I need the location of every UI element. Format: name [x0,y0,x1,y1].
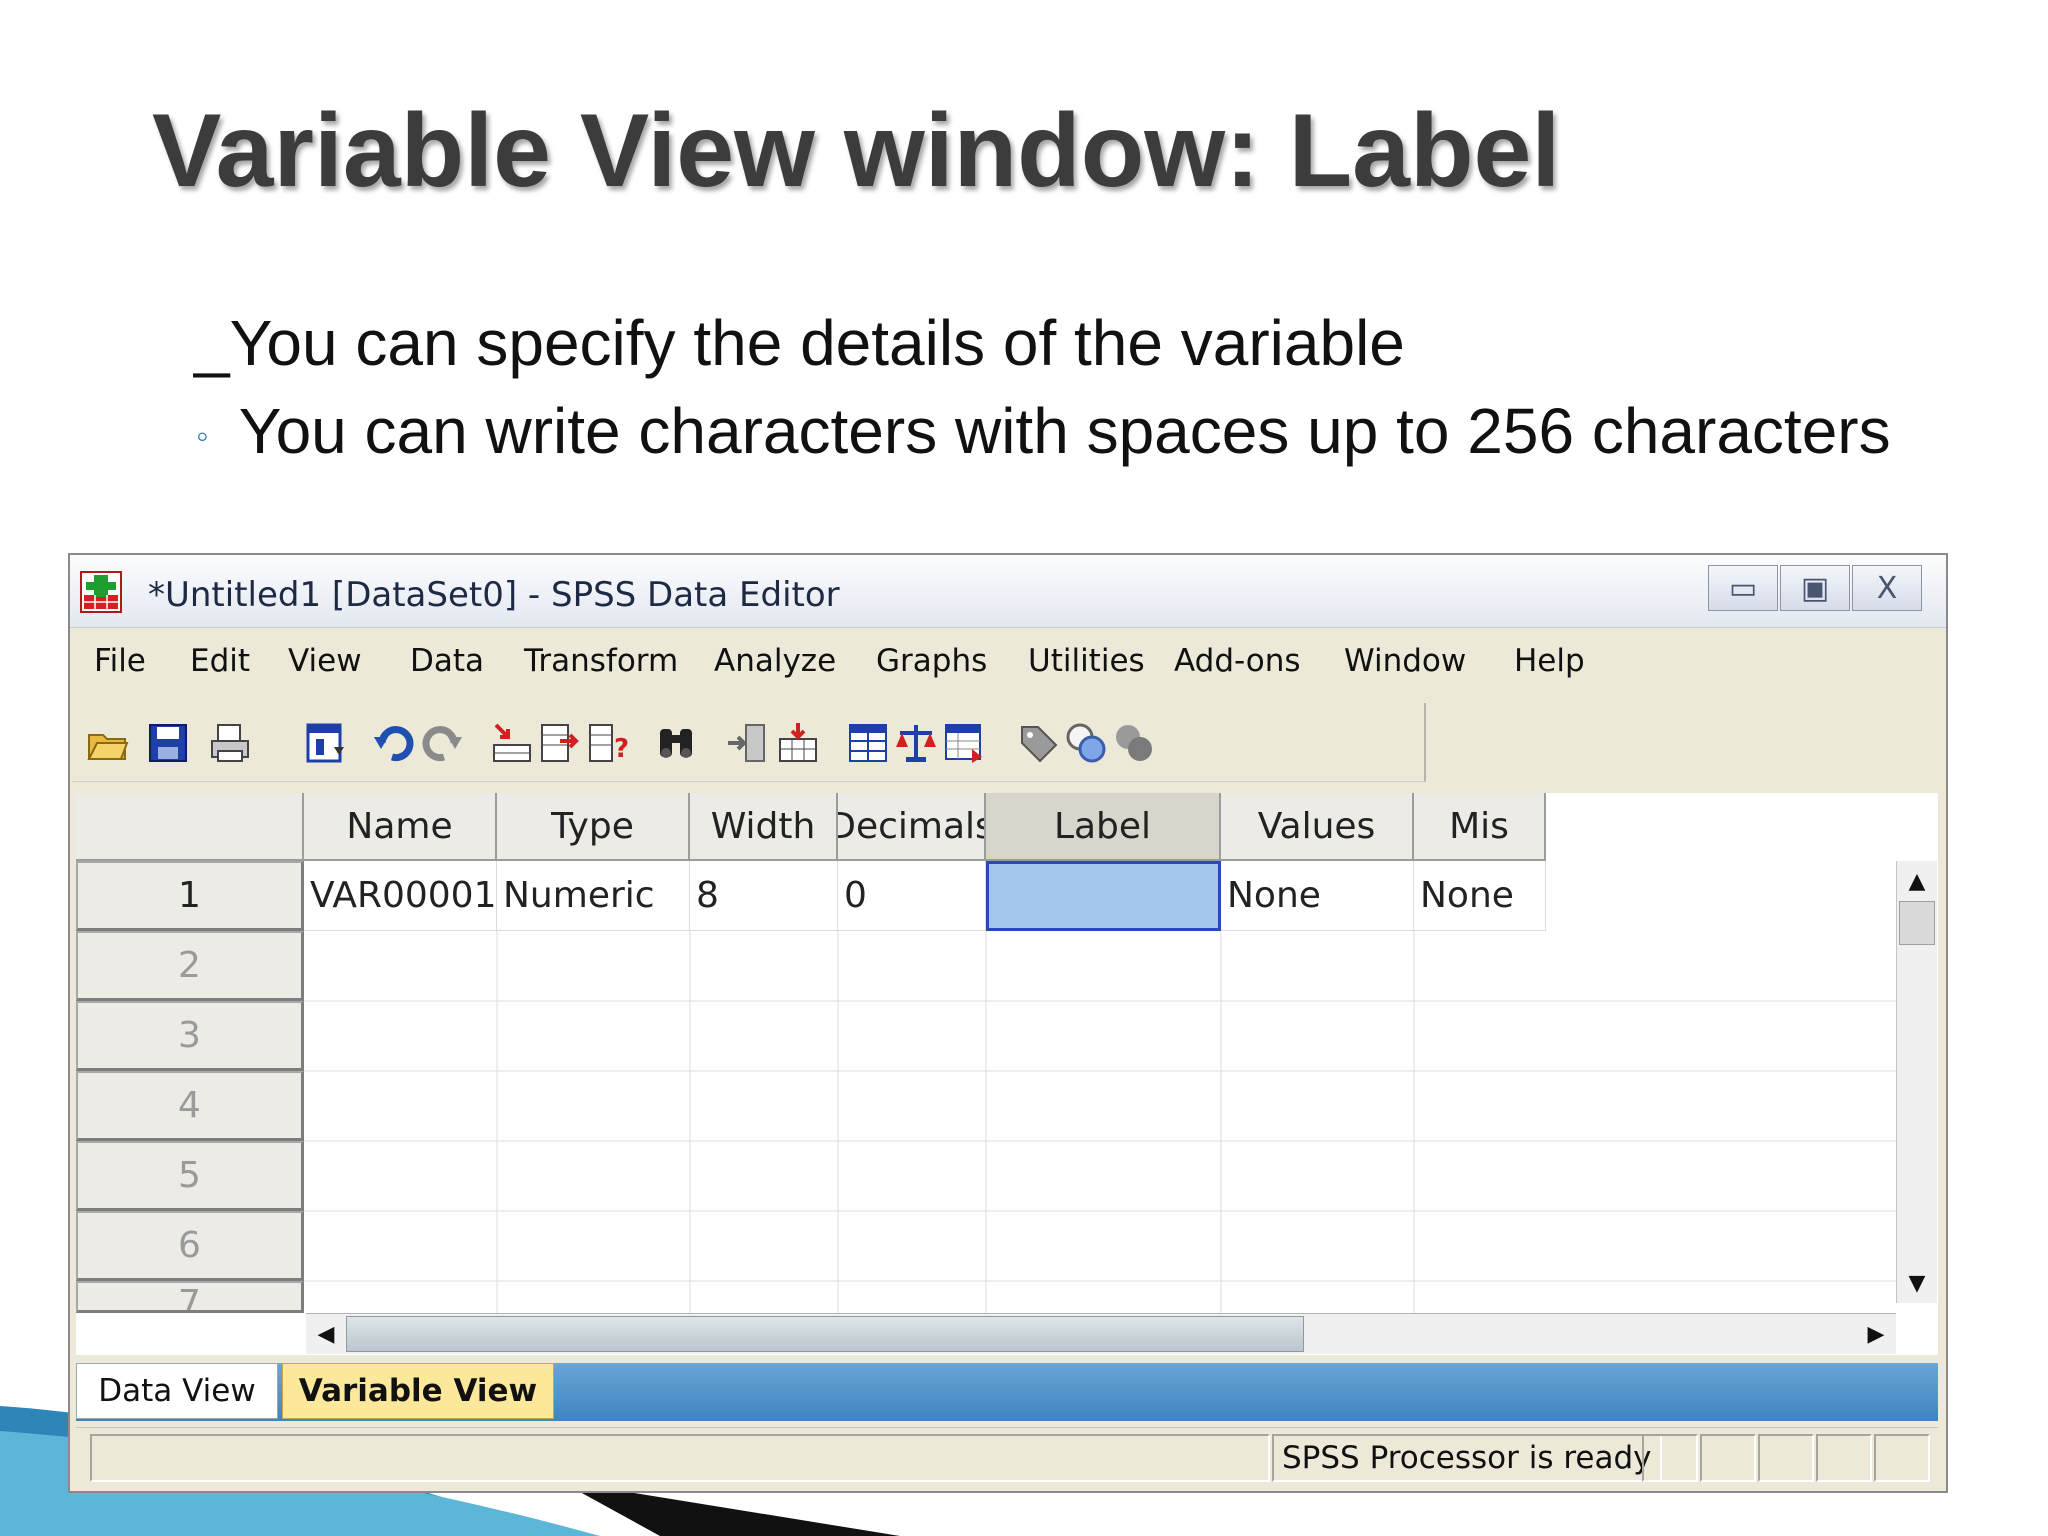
row-header-7[interactable]: 7 [76,1281,304,1313]
corner-header [76,793,304,861]
cell-missing[interactable]: None [1414,861,1546,931]
vertical-scrollbar[interactable]: ▲ ▼ [1896,861,1937,1303]
menu-transform[interactable]: Transform [524,643,678,679]
empty-grid-lines [304,931,1896,1313]
row-header-6[interactable]: 6 [76,1211,304,1281]
insert-variable-icon[interactable] [776,721,820,765]
menu-help[interactable]: Help [1514,643,1585,679]
slide-bullet-1: _You can specify the details of the vari… [194,307,1405,379]
scroll-down-icon[interactable]: ▼ [1897,1263,1937,1303]
window-controls: ▭ ▣ X [1706,565,1922,611]
vertical-scroll-thumb[interactable] [1899,901,1935,945]
column-header-decimals[interactable]: Decimals [838,793,986,861]
use-sets-icon[interactable] [1064,721,1108,765]
go-to-variable-icon[interactable] [538,721,582,765]
row-header-4[interactable]: 4 [76,1071,304,1141]
title-bar[interactable]: *Untitled1 [DataSet0] - SPSS Data Editor… [70,555,1946,628]
cell-decimals[interactable]: 0 [838,861,986,931]
slide-title: Variable View window: Label [152,93,1561,209]
cell-name[interactable]: VAR00001 [304,861,497,931]
menu-edit[interactable]: Edit [190,643,250,679]
variable-grid: Name Type Width Decimals Label Values Mi… [76,793,1938,1355]
variables-icon[interactable]: ? [586,721,630,765]
insert-cases-icon[interactable] [726,721,770,765]
column-header-type[interactable]: Type [497,793,690,861]
horizontal-scroll-thumb[interactable] [346,1316,1304,1352]
save-icon[interactable] [146,721,190,765]
bullet-marker: ◦ [196,415,209,457]
redo-icon[interactable] [420,721,464,765]
undo-icon[interactable] [372,721,416,765]
status-pane [1758,1434,1814,1482]
column-header-missing[interactable]: Mis [1414,793,1546,861]
menu-addons[interactable]: Add-ons [1174,643,1301,679]
maximize-button[interactable]: ▣ [1780,565,1850,611]
status-main-pane [90,1434,1270,1482]
slide-bullet-2-text: You can write characters with spaces up … [238,395,1891,467]
column-header-label[interactable]: Label [986,793,1221,861]
scroll-up-icon[interactable]: ▲ [1897,861,1937,901]
cell-values[interactable]: None [1221,861,1414,931]
dialog-recall-icon[interactable] [304,721,348,765]
value-labels-icon[interactable] [1016,721,1060,765]
go-to-case-icon[interactable] [490,721,534,765]
toolbar: ? [72,703,1426,782]
cell-label-selected[interactable] [986,861,1221,931]
find-binoculars-icon[interactable] [654,721,698,765]
scroll-right-icon[interactable]: ▶ [1856,1314,1896,1354]
row-header-3[interactable]: 3 [76,1001,304,1071]
menu-analyze[interactable]: Analyze [714,643,836,679]
tab-variable-view[interactable]: Variable View [282,1363,554,1419]
menu-view[interactable]: View [288,643,362,679]
status-pane [1642,1434,1698,1482]
menu-data[interactable]: Data [410,643,484,679]
scroll-left-icon[interactable]: ◀ [306,1314,346,1354]
show-all-variables-icon[interactable] [1112,721,1156,765]
split-file-icon[interactable] [846,721,890,765]
tab-data-view[interactable]: Data View [76,1363,278,1419]
menu-graphs[interactable]: Graphs [876,643,987,679]
status-processor-text: SPSS Processor is ready [1272,1434,1662,1482]
close-button[interactable]: X [1852,565,1922,611]
status-pane [1816,1434,1872,1482]
print-icon[interactable] [208,721,252,765]
select-cases-icon[interactable] [942,721,986,765]
row-header-2[interactable]: 2 [76,931,304,1001]
svg-text:?: ? [614,734,629,764]
spss-app-icon [80,571,122,613]
menu-window[interactable]: Window [1344,643,1466,679]
horizontal-scrollbar[interactable]: ◀ ▶ [306,1313,1896,1354]
status-pane [1700,1434,1756,1482]
slide-bullet-2: ◦ You can write characters with spaces up… [196,394,1891,468]
status-bar: SPSS Processor is ready [76,1427,1938,1488]
row-header-1[interactable]: 1 [76,861,304,931]
column-header-width[interactable]: Width [690,793,838,861]
column-header-values[interactable]: Values [1221,793,1414,861]
open-folder-icon[interactable] [86,721,130,765]
menu-bar: File Edit View Data Transform Analyze Gr… [70,629,1946,691]
view-tab-bar: Data View Variable View [76,1363,1938,1421]
row-header-5[interactable]: 5 [76,1141,304,1211]
minimize-button[interactable]: ▭ [1708,565,1778,611]
spss-window: *Untitled1 [DataSet0] - SPSS Data Editor… [68,553,1948,1493]
cell-type[interactable]: Numeric [497,861,690,931]
menu-file[interactable]: File [94,643,146,679]
status-pane [1874,1434,1930,1482]
cell-width[interactable]: 8 [690,861,838,931]
column-header-name[interactable]: Name [304,793,497,861]
window-title: *Untitled1 [DataSet0] - SPSS Data Editor [148,575,840,615]
menu-utilities[interactable]: Utilities [1028,643,1145,679]
weight-cases-icon[interactable] [894,721,938,765]
